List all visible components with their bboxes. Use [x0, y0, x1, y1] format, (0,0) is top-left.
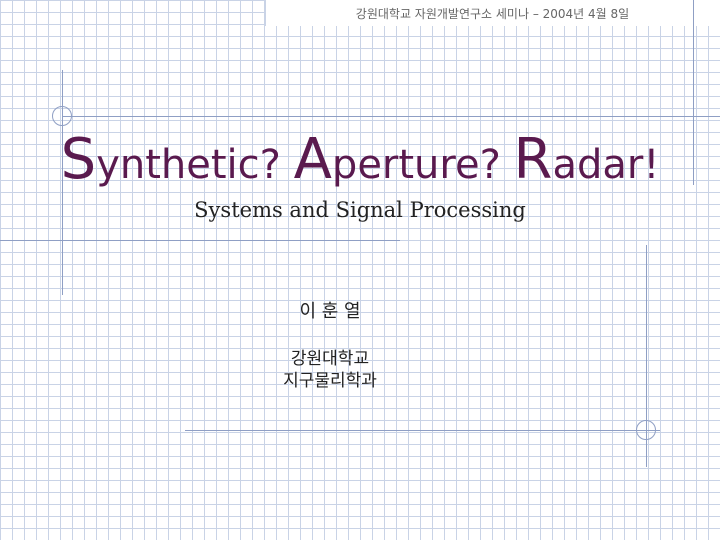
affiliation-department: 지구물리학과: [283, 371, 377, 391]
title-word-aperture: Aperture?: [293, 127, 501, 192]
title-word-synthetic: Synthetic?: [60, 127, 281, 192]
decor-line-top-horizontal: [62, 116, 720, 117]
author-name: 이 훈 열: [299, 301, 361, 322]
decor-circle-bottom-right: [636, 420, 656, 440]
decor-line-mid-horizontal: [0, 240, 400, 241]
title-word-radar: Radar!: [513, 127, 660, 192]
header-text: 강원대학교 자원개발연구소 세미나 – 2004년 4월 8일: [355, 7, 630, 21]
slide-title: Synthetic? Aperture? Radar!: [0, 130, 720, 195]
decor-circle-top-left: [52, 106, 72, 126]
slide-subtitle: Systems and Signal Processing: [194, 198, 526, 222]
decor-line-bottom-horizontal: [185, 430, 660, 431]
grid-background: [0, 0, 720, 540]
